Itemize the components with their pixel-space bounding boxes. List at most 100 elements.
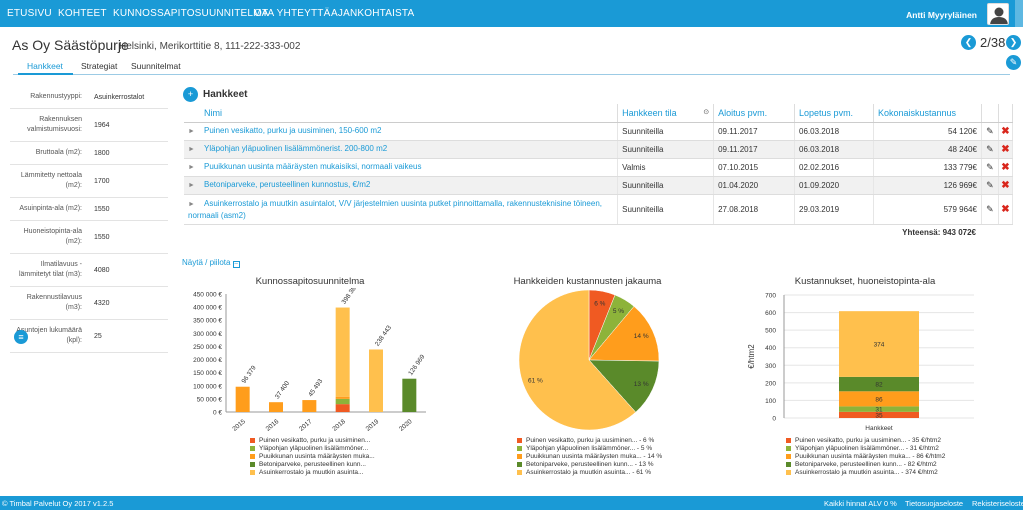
edit-icon[interactable]: ✎ xyxy=(986,162,994,172)
project-name[interactable]: Asuinkerrostalo ja muutkin asuintalot, V… xyxy=(188,199,602,220)
detail-value: 1700 xyxy=(94,177,110,185)
detail-value: Asuinkerrostalot xyxy=(94,93,145,101)
col-name[interactable]: Nimi xyxy=(184,104,619,123)
col-edit xyxy=(981,104,999,123)
project-name[interactable]: Yläpohjan yläpuolinen lisälämmönerist. 2… xyxy=(204,144,387,153)
edit-icon[interactable]: ✎ xyxy=(986,180,994,190)
filter-icon[interactable]: ⊙ xyxy=(703,108,709,116)
project-name-cell[interactable]: ► Puinen vesikatto, purku ja uusiminen, 1… xyxy=(184,122,619,141)
avatar[interactable] xyxy=(987,3,1009,25)
y-tick-label: 450 000 € xyxy=(193,292,222,299)
detail-value: 1550 xyxy=(94,233,110,241)
detail-value: 1964 xyxy=(94,121,110,129)
expand-icon[interactable]: ► xyxy=(188,199,204,210)
chart1-bar-chart: 450 000 € 400 000 € 350 000 € 300 000 € 250 … xyxy=(193,288,427,433)
project-status: Suunniteilla xyxy=(617,140,715,159)
legend-item[interactable]: Puinen vesikatto, purku ja uusiminen... xyxy=(250,436,375,444)
property-details: Rakennustyyppi: Asuinkerrostalot Rakennuks… xyxy=(10,86,168,353)
legend-item[interactable]: Puinen vesikatto, purku ja uusiminen... … xyxy=(786,436,945,444)
add-project-icon[interactable]: + xyxy=(183,87,198,102)
col-status[interactable]: Hankkeen tila ⊙ xyxy=(617,104,715,123)
tab-strategiat[interactable]: Strategiat xyxy=(81,61,117,71)
delete-icon[interactable]: ✖ xyxy=(1001,180,1009,191)
nav-etusivu[interactable]: ETUSIVU xyxy=(7,8,52,19)
table-row[interactable]: ► Betoniparveke, perusteellinen kunnostus… xyxy=(184,176,1014,195)
col-cost[interactable]: Kokonaiskustannus xyxy=(873,104,982,123)
table-row[interactable]: ► Asuinkerrostalo ja muutkin asuintalot, … xyxy=(184,194,1014,225)
legend-swatch xyxy=(786,453,791,459)
user-name[interactable]: Antti Myyryläinen xyxy=(906,10,977,20)
legend-item[interactable]: Yläpohjan yläpuolinen lisälämmöner... xyxy=(250,444,375,452)
legend-item[interactable]: Puuikkunan uusinta määräysten muka... - … xyxy=(786,452,945,460)
legend-item[interactable]: Puuikkunan uusinta määräysten muka... - … xyxy=(517,452,662,460)
toggle-charts-label: Näytä / piilota xyxy=(182,258,231,267)
tab-hankkeet[interactable]: Hankkeet xyxy=(27,61,63,71)
next-icon[interactable]: ❯ xyxy=(1006,35,1021,50)
expand-icon[interactable]: ► xyxy=(188,162,204,173)
legend-item[interactable]: Asuinkerrostalo ja muutkin asuinta... xyxy=(250,468,375,476)
delete-icon[interactable]: ✖ xyxy=(1001,162,1009,173)
project-start: 01.04.2020 xyxy=(713,176,796,195)
delete-icon[interactable]: ✖ xyxy=(1001,204,1009,215)
legend-item[interactable]: Puuikkunan uusinta määräysten muka... xyxy=(250,452,375,460)
legend-item[interactable]: Betoniparveke, perusteellinen kunn... - … xyxy=(786,460,945,468)
chart2-title: Hankkeiden kustannusten jakauma xyxy=(513,276,662,287)
expand-icon[interactable]: ► xyxy=(188,144,204,155)
project-status: Suunniteilla xyxy=(617,122,715,141)
col-start[interactable]: Aloitus pvm. xyxy=(713,104,796,123)
expand-icon[interactable]: ► xyxy=(188,126,204,137)
edit-icon[interactable]: ✎ xyxy=(986,126,994,136)
delete-cell: ✖ xyxy=(998,122,1014,141)
chart2-pie-chart: 6 % 5 % 14 % 13 % 61 % xyxy=(518,289,660,431)
nav-ajankohtaista[interactable]: AJANKOHTAISTA xyxy=(331,8,414,19)
delete-icon[interactable]: ✖ xyxy=(1001,144,1009,155)
edit-icon[interactable]: ✎ xyxy=(986,204,994,214)
legend-item[interactable]: Asuinkerrostalo ja muutkin asuinta... - … xyxy=(517,468,662,476)
legend-item[interactable]: Puinen vesikatto, purku ja uusiminen... … xyxy=(517,436,662,444)
expand-icon[interactable]: ► xyxy=(188,180,204,191)
delete-cell: ✖ xyxy=(998,158,1014,177)
project-name-cell[interactable]: ► Asuinkerrostalo ja muutkin asuintalot, … xyxy=(184,194,619,225)
table-row[interactable]: ► Puuikkunan uusinta määräysten mukaisiks… xyxy=(184,158,1014,177)
detail-label: Lämmitetty nettoala (m2): xyxy=(20,172,82,189)
previous-icon[interactable]: ❮ xyxy=(961,35,976,50)
wrench-icon[interactable]: ✎ xyxy=(1006,55,1021,70)
delete-icon[interactable]: ✖ xyxy=(1001,126,1009,137)
bar-segment xyxy=(369,349,383,412)
project-name-cell[interactable]: ► Yläpohjan yläpuolinen lisälämmönerist. … xyxy=(184,140,619,159)
edit-cell: ✎ xyxy=(981,176,999,195)
bar-value-label: 86 xyxy=(875,396,883,403)
project-name-cell[interactable]: ► Betoniparveke, perusteellinen kunnostus… xyxy=(184,176,619,195)
legend-item[interactable]: Betoniparveke, perusteellinen kunn... - … xyxy=(517,460,662,468)
legend-item[interactable]: Yläpohjan yläpuolinen lisälämmöner... - … xyxy=(786,444,945,452)
nav-kunnossapitosuunnitelma[interactable]: KUNNOSSAPITOSUUNNITELMA xyxy=(113,8,269,19)
project-name[interactable]: Puuikkunan uusinta määräysten mukaisiksi… xyxy=(204,162,421,171)
nav-kohteet[interactable]: KOHTEET xyxy=(58,8,107,19)
menu-icon[interactable]: ≡ xyxy=(14,330,28,344)
x-tick-label: Hankkeet xyxy=(865,425,893,432)
edit-icon[interactable]: ✎ xyxy=(986,144,994,154)
footer-privacy-link[interactable]: Tietosuojaseloste xyxy=(905,499,963,508)
table-row[interactable]: ► Yläpohjan yläpuolinen lisälämmönerist. … xyxy=(184,140,1014,159)
legend-item[interactable]: Betoniparveke, perusteellinen kunn... xyxy=(250,460,375,468)
pager-count: 2/38 xyxy=(980,35,1006,50)
project-name[interactable]: Betoniparveke, perusteellinen kunnostus,… xyxy=(204,180,370,189)
toggle-charts-link[interactable]: Näytä / piilota – xyxy=(182,258,240,268)
bar-segment xyxy=(402,378,417,412)
legend-label: Puinen vesikatto, purku ja uusiminen... … xyxy=(795,436,941,444)
footer-register-link[interactable]: Rekisteriseloste xyxy=(972,499,1023,508)
col-end[interactable]: Lopetus pvm. xyxy=(794,104,874,123)
detail-value: 4080 xyxy=(94,266,110,274)
legend-item[interactable]: Asuinkerrostalo ja muutkin asuinta... - … xyxy=(786,468,945,476)
y-tick-label: 200 xyxy=(765,380,776,387)
bar-segment xyxy=(302,400,317,412)
project-name[interactable]: Puinen vesikatto, purku ja uusiminen, 15… xyxy=(204,126,381,135)
project-name-cell[interactable]: ► Puuikkunan uusinta määräysten mukaisiks… xyxy=(184,158,619,177)
nav-ota-yhteytta[interactable]: OTA YHTEYTTÄ xyxy=(254,8,331,19)
tab-suunnitelmat[interactable]: Suunnitelmat xyxy=(131,61,181,71)
legend-item[interactable]: Yläpohjan yläpuolinen lisälämmöner... - … xyxy=(517,444,662,452)
table-row[interactable]: ► Puinen vesikatto, purku ja uusiminen, 1… xyxy=(184,122,1014,141)
settings-edge[interactable] xyxy=(1015,0,1023,27)
y-tick-label: 400 xyxy=(765,345,776,352)
legend-swatch xyxy=(786,437,791,443)
